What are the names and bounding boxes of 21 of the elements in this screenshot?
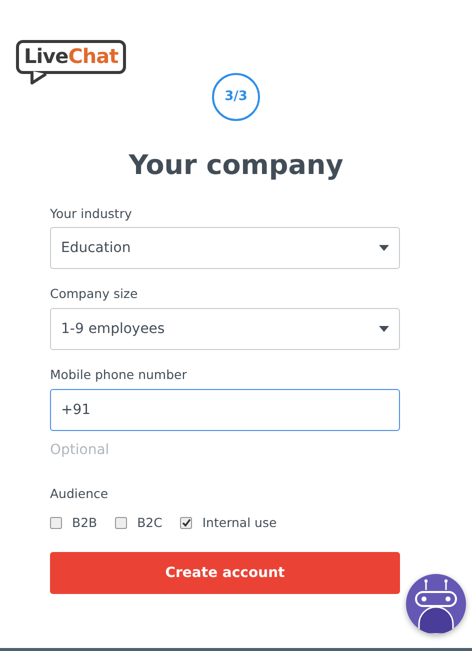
chat-bot-button[interactable] [406, 574, 466, 634]
logo: LiveChat [16, 40, 126, 85]
audience-label: Audience [50, 484, 110, 503]
caret-icon [379, 326, 389, 332]
phone-input[interactable]: +91 [50, 388, 400, 431]
caret-icon [379, 245, 389, 252]
create-account-button[interactable]: Create account [50, 552, 400, 594]
checkbox-label: B2B [72, 514, 98, 532]
field-hint: Optional [50, 440, 110, 460]
field-label: Company size [50, 285, 139, 304]
field-label: Your industry [50, 204, 133, 223]
select-field[interactable]: Education [50, 227, 400, 270]
checkbox[interactable] [115, 516, 128, 529]
field-label: Mobile phone number [50, 366, 188, 384]
select-field[interactable]: 1-9 employees [50, 308, 400, 350]
checkbox-label: B2C [137, 514, 162, 532]
checkbox[interactable] [180, 516, 192, 529]
checkbox[interactable] [50, 516, 62, 529]
page-title: Your company [128, 149, 344, 183]
checkbox-label: Internal use [202, 514, 277, 532]
step-indicator: 3/3 [212, 73, 260, 121]
